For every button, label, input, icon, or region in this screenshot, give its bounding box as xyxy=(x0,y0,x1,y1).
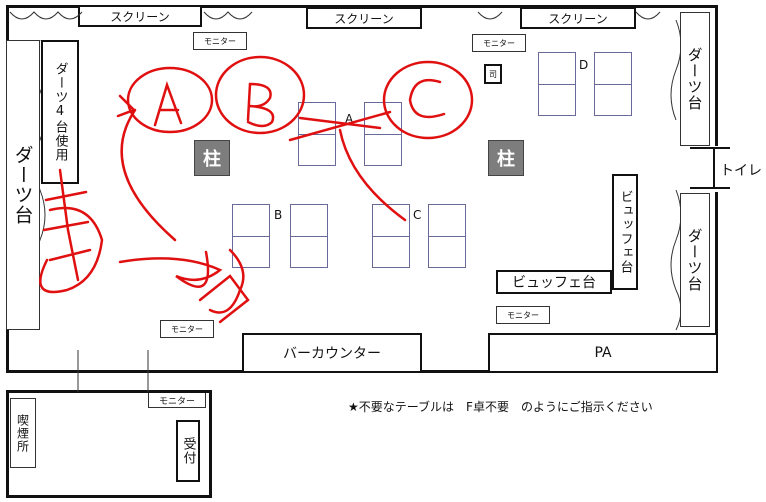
pillar-right: 柱 xyxy=(488,140,524,176)
darts-right-top: ダーツ台 xyxy=(680,12,710,146)
table-a-left[interactable] xyxy=(298,102,336,166)
table-d-right[interactable] xyxy=(594,52,632,116)
monitor-top-right: モニター xyxy=(472,34,526,52)
table-d-left[interactable] xyxy=(538,52,576,116)
table-b-right[interactable] xyxy=(290,204,328,268)
table-c-right[interactable] xyxy=(428,204,466,268)
buffet-horizontal: ビュッフェ台 xyxy=(496,270,612,294)
pa-area: PA xyxy=(488,333,718,373)
table-a-label: A xyxy=(345,112,354,126)
reception: 受付 xyxy=(176,420,200,482)
table-a-right[interactable] xyxy=(364,102,402,166)
smoking-label: 喫煙所 xyxy=(15,413,30,453)
monitor-top-left: モニター xyxy=(193,32,247,50)
darts-four-label: ダーツ4台使用 xyxy=(52,62,68,162)
monitor-bottom-right: モニター xyxy=(496,306,550,324)
table-d-label: D xyxy=(579,58,589,72)
small-box: 司 xyxy=(484,64,502,84)
table-b-left[interactable] xyxy=(232,204,270,268)
buffet-vertical-label: ビュッフェ台 xyxy=(617,190,633,274)
toilet-label: トイレ xyxy=(720,163,762,179)
table-c-label: C xyxy=(413,208,422,222)
darts-four: ダーツ4台使用 xyxy=(41,40,79,184)
bar-counter: バーカウンター xyxy=(242,333,422,373)
darts-left-label: ダーツ台 xyxy=(11,145,34,225)
pillar-left: 柱 xyxy=(194,140,230,176)
smoking-area: 喫煙所 xyxy=(10,398,36,468)
reception-label: 受付 xyxy=(180,437,196,465)
table-c-left[interactable] xyxy=(372,204,410,268)
darts-right-top-label: ダーツ台 xyxy=(685,47,704,111)
monitor-bottom-left: モニター xyxy=(160,320,214,338)
darts-right-bottom-label: ダーツ台 xyxy=(685,228,704,292)
buffet-vertical: ビュッフェ台 xyxy=(612,174,638,290)
darts-right-bottom: ダーツ台 xyxy=(680,193,710,327)
darts-left: ダーツ台 xyxy=(6,40,40,330)
lobby-connectors xyxy=(77,350,149,392)
instruction-note: ★不要なテーブルは F卓不要 のようにご指示ください xyxy=(348,400,653,414)
table-b-label: B xyxy=(274,208,283,222)
